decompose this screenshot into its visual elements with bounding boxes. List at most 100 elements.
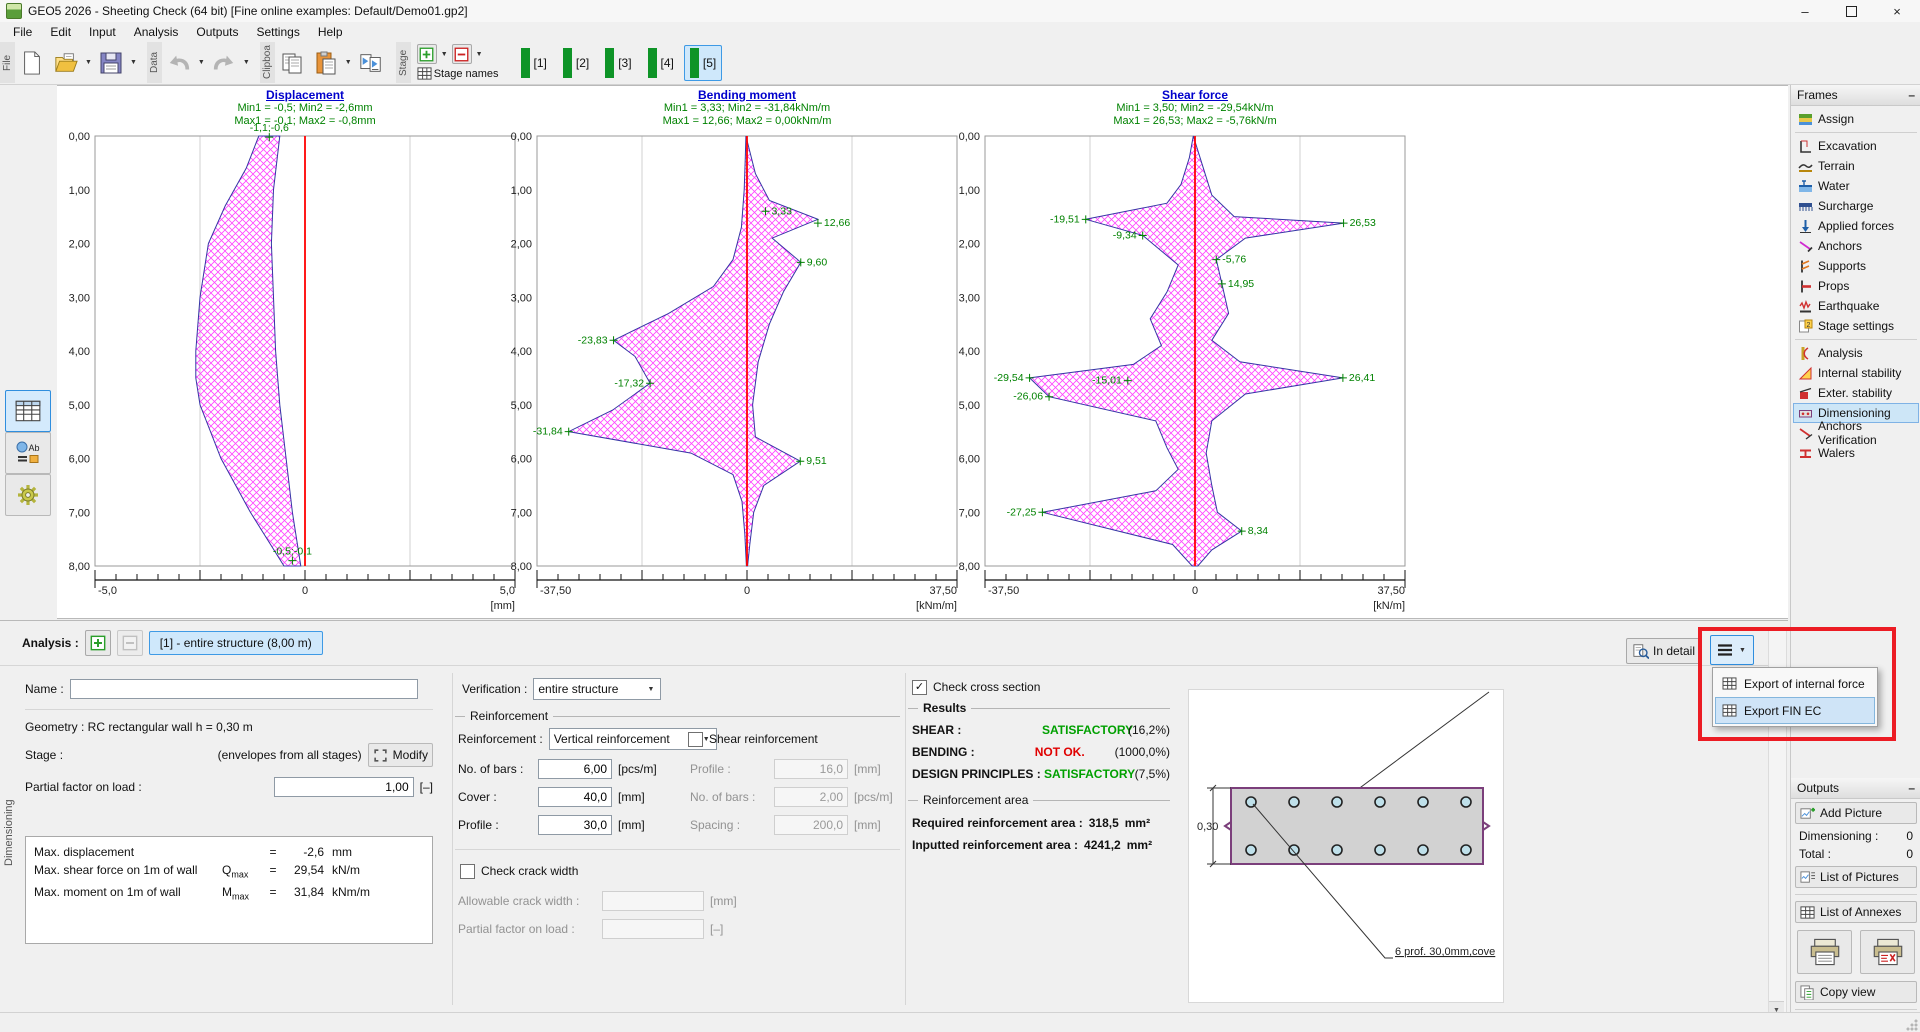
anchors-verification-icon — [1798, 426, 1813, 441]
remove-stage-button[interactable] — [452, 44, 472, 64]
paste-dropdown-caret[interactable]: ▼ — [345, 59, 352, 66]
copy-view-button[interactable]: Copy view — [1795, 981, 1917, 1003]
menu-edit[interactable]: Edit — [41, 23, 80, 41]
stage-button-5[interactable]: [5] — [684, 45, 722, 81]
menu-help[interactable]: Help — [309, 23, 352, 41]
profile-input[interactable] — [538, 815, 612, 835]
shear-profile-input — [774, 759, 848, 779]
analysis-summary-box: Max. displacement=-2,6mmMax. shear force… — [25, 836, 433, 944]
modify-button[interactable]: Modify — [368, 743, 433, 767]
remove-analysis-button[interactable] — [117, 630, 143, 656]
stage-button-4[interactable]: [4] — [642, 45, 680, 81]
redo-dropdown-caret[interactable]: ▼ — [243, 59, 250, 66]
svg-text:3,00: 3,00 — [69, 292, 90, 304]
sidebar-item-terrain[interactable]: Terrain — [1793, 156, 1919, 176]
settings-button[interactable] — [5, 474, 51, 516]
stage-button-2[interactable]: [2] — [557, 45, 595, 81]
list-of-pictures-button[interactable]: List of Pictures — [1795, 866, 1917, 888]
print-button[interactable] — [1797, 930, 1852, 974]
sidebar-item-supports[interactable]: Supports — [1793, 256, 1919, 276]
sidebar-item-surcharge[interactable]: Surcharge — [1793, 196, 1919, 216]
verification-select[interactable]: entire structure▼ — [533, 678, 661, 700]
shear-reinforcement-checkbox[interactable] — [688, 732, 703, 747]
sidebar-item-props[interactable]: Props — [1793, 276, 1919, 296]
add-stage-button[interactable] — [417, 44, 437, 64]
sidebar-item-stage-settings[interactable]: 2Stage settings — [1793, 316, 1919, 336]
reinforcement-area-group-title: Reinforcement area — [908, 793, 1170, 807]
sidebar-item-earthquake[interactable]: Earthquake — [1793, 296, 1919, 316]
open-dropdown-caret[interactable]: ▼ — [85, 59, 92, 66]
frames-minimize-icon[interactable]: – — [1908, 88, 1915, 102]
analysis-tab[interactable]: [1] - entire structure (8,00 m) — [149, 631, 323, 655]
sidebar-item-anchors[interactable]: Anchors — [1793, 236, 1919, 256]
partial-factor-input[interactable] — [274, 777, 414, 797]
stage-button-3[interactable]: [3] — [599, 45, 637, 81]
chart-title: Displacement — [95, 89, 515, 102]
close-button[interactable]: × — [1874, 0, 1920, 22]
required-area-unit: mm² — [1125, 816, 1150, 830]
printer-icon — [1809, 938, 1841, 966]
check-crack-width-checkbox[interactable] — [460, 864, 475, 879]
restore-button[interactable] — [1828, 0, 1874, 22]
minimize-button[interactable]: – — [1782, 0, 1828, 22]
redo-button[interactable] — [208, 44, 240, 82]
print-selection-button[interactable] — [1860, 930, 1915, 974]
outputs-minimize-icon[interactable]: – — [1908, 781, 1915, 795]
chart-title: Bending moment — [537, 89, 957, 102]
plus-icon — [90, 635, 106, 651]
verification-label: Verification : — [462, 682, 527, 696]
geo5-window: GEO5 2026 - Sheeting Check (64 bit) [Fin… — [0, 0, 1920, 1032]
add-picture-button[interactable]: Add Picture — [1795, 802, 1917, 824]
undo-button[interactable] — [163, 44, 195, 82]
stage-names-button[interactable]: Stage names — [417, 66, 499, 81]
check-cross-section-checkbox[interactable]: ✓ — [912, 680, 927, 695]
copy-view-toolbar-button[interactable] — [355, 44, 387, 82]
toolbar-group-clipboard-label: Clipboa — [260, 42, 275, 83]
menu-outputs[interactable]: Outputs — [187, 23, 247, 41]
resize-grip[interactable] — [1906, 1019, 1918, 1031]
sidebar-item-excavation[interactable]: Excavation — [1793, 136, 1919, 156]
result-row: BENDING :NOT OK.(1000,0%) — [912, 745, 1170, 759]
export-menu-item[interactable]: Export FIN EC — [1715, 697, 1875, 724]
list-of-annexes-button[interactable]: List of Annexes — [1795, 901, 1917, 923]
stage-button-1[interactable]: [1] — [515, 45, 553, 81]
add-analysis-button[interactable] — [85, 630, 111, 656]
surcharge-icon — [1798, 199, 1813, 214]
menu-analysis[interactable]: Analysis — [125, 23, 188, 41]
name-input[interactable] — [70, 679, 418, 699]
save-button[interactable] — [95, 44, 127, 82]
supports-icon — [1798, 259, 1813, 274]
list-icon — [1716, 643, 1734, 657]
export-dropdown-button[interactable]: ▼ — [1710, 635, 1754, 665]
paste-button[interactable] — [310, 44, 342, 82]
table-view-button[interactable] — [5, 390, 51, 432]
menu-bar: FileEditInputAnalysisOutputsSettingsHelp — [0, 22, 1920, 41]
required-area-label: Required reinforcement area : — [912, 816, 1083, 830]
undo-dropdown-caret[interactable]: ▼ — [198, 59, 205, 66]
cover-input[interactable] — [538, 787, 612, 807]
no-of-bars-input[interactable] — [538, 759, 612, 779]
menu-file[interactable]: File — [4, 23, 41, 41]
in-detail-button[interactable]: In detail — [1626, 638, 1702, 664]
annotation-view-button[interactable]: Ab — [5, 432, 51, 474]
sidebar-item-assign[interactable]: Assign — [1793, 109, 1919, 129]
sidebar-item-water[interactable]: Water — [1793, 176, 1919, 196]
sidebar-item-internal-stability[interactable]: Internal stability — [1793, 363, 1919, 383]
menu-input[interactable]: Input — [80, 23, 125, 41]
sidebar-item-anchors-verification[interactable]: Anchors Verification — [1793, 423, 1919, 443]
annotation-label: -26,06 — [1013, 391, 1043, 403]
new-file-button[interactable] — [16, 44, 48, 82]
svg-text:4,00: 4,00 — [69, 346, 90, 358]
sidebar-item-exter-stability[interactable]: Exter. stability — [1793, 383, 1919, 403]
save-dropdown-caret[interactable]: ▼ — [130, 59, 137, 66]
copy-button[interactable] — [276, 44, 308, 82]
menu-settings[interactable]: Settings — [247, 23, 308, 41]
sidebar-item-applied-forces[interactable]: Applied forces — [1793, 216, 1919, 236]
remove-stage-caret[interactable]: ▼ — [476, 51, 483, 58]
exter-stability-icon — [1798, 386, 1813, 401]
add-stage-caret[interactable]: ▼ — [441, 51, 448, 58]
open-file-button[interactable] — [50, 44, 82, 82]
export-menu-item[interactable]: Export of internal force — [1715, 670, 1875, 697]
annotation-label: -1,1;-0,6 — [250, 122, 289, 134]
sidebar-item-analysis[interactable]: Analysis — [1793, 343, 1919, 363]
